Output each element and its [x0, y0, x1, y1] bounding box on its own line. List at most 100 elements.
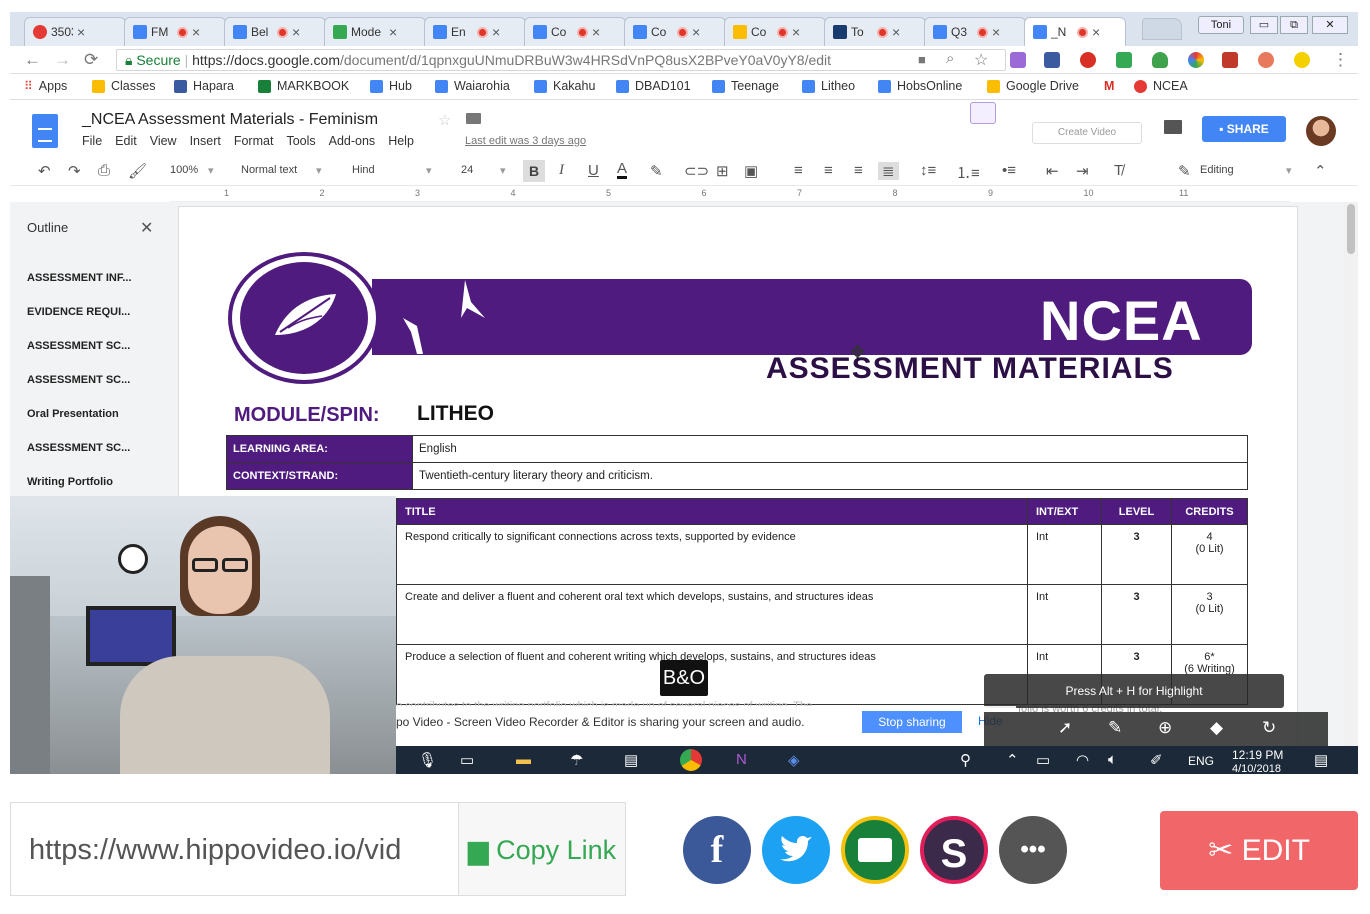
clear-formatting-icon[interactable]: T̸	[1114, 162, 1123, 179]
font-select[interactable]: Hind	[352, 164, 375, 176]
back-icon[interactable]: ←	[24, 50, 41, 70]
microphone-icon[interactable]: 🎙︎	[418, 751, 437, 769]
text-color-button[interactable]: A	[617, 161, 628, 179]
zoom-select[interactable]: 100%	[170, 164, 198, 176]
color-wheel-icon[interactable]	[1188, 52, 1204, 68]
font-size-select[interactable]: 24	[461, 164, 473, 176]
extension-icon[interactable]	[1258, 52, 1274, 68]
close-tab-icon[interactable]: ×	[992, 24, 1000, 40]
undo-icon[interactable]: ↶	[38, 162, 51, 180]
tab[interactable]: Mode ×	[324, 17, 426, 46]
chrome-menu-icon[interactable]: ⋮	[1332, 50, 1349, 70]
close-tab-icon[interactable]: ×	[1092, 24, 1100, 40]
tab[interactable]: En ×	[424, 17, 526, 46]
italic-button[interactable]: I	[559, 162, 564, 179]
comments-icon[interactable]	[1164, 120, 1182, 134]
volume-icon[interactable]: 🔈︎	[1108, 751, 1117, 768]
justify-icon[interactable]: ≣	[878, 162, 899, 180]
last-edit-link[interactable]: Last edit was 3 days ago	[465, 135, 586, 147]
highlight-pen-icon[interactable]: ✎	[650, 162, 663, 180]
table-cell[interactable]: 4 (0 Lit)	[1171, 524, 1248, 585]
bookmark-teenage[interactable]: Teenage	[712, 79, 779, 93]
outline-item[interactable]: ASSESSMENT SC...	[27, 374, 130, 386]
tab[interactable]: Bel ×	[224, 17, 326, 46]
bookmark-apps[interactable]: ⠿ Apps	[24, 79, 67, 93]
menu-edit[interactable]: Edit	[115, 134, 137, 148]
table-cell[interactable]: 3	[1101, 524, 1172, 585]
table-cell[interactable]: Create and deliver a fluent and coherent…	[396, 584, 1028, 645]
numbered-list-icon[interactable]: ⒈≡	[956, 162, 980, 183]
bookmark-litheo[interactable]: Litheo	[802, 79, 855, 93]
close-tab-icon[interactable]: ×	[692, 24, 700, 40]
tab[interactable]: Co ×	[524, 17, 626, 46]
bookmark-kakahu[interactable]: Kakahu	[534, 79, 595, 93]
webcam-overlay[interactable]	[10, 496, 396, 774]
pointer-icon[interactable]: ➚	[1058, 718, 1072, 738]
forward-icon[interactable]: →	[54, 50, 71, 70]
bookmark-hapara[interactable]: Hapara	[174, 79, 234, 93]
tab[interactable]: Co ×	[624, 17, 726, 46]
bookmark-dbad101[interactable]: DBAD101	[616, 79, 691, 93]
table-cell[interactable]: Produce a selection of fluent and cohere…	[396, 644, 1028, 705]
minimize-button[interactable]: ▭	[1250, 16, 1278, 34]
table-cell[interactable]: Int	[1027, 524, 1102, 585]
menu-insert[interactable]: Insert	[190, 134, 221, 148]
align-right-icon[interactable]: ≡	[854, 162, 863, 179]
edit-button[interactable]: ✂ EDIT	[1160, 811, 1358, 890]
table-cell[interactable]: 3 (0 Lit)	[1171, 584, 1248, 645]
menu-addons[interactable]: Add-ons	[329, 134, 376, 148]
menu-view[interactable]: View	[150, 134, 177, 148]
insert-comment-icon[interactable]: ⊞	[716, 162, 729, 180]
copy-link-button[interactable]: ▆ Copy Link	[458, 802, 626, 896]
eraser-icon[interactable]: ◆	[1210, 718, 1223, 738]
table-cell[interactable]: English	[412, 435, 1248, 463]
folder-icon[interactable]	[466, 113, 481, 124]
close-tab-icon[interactable]: ×	[492, 24, 500, 40]
bookmark-star-icon[interactable]: ☆	[974, 50, 988, 70]
outline-item[interactable]: ASSESSMENT SC...	[27, 340, 130, 352]
table-cell[interactable]: Twentieth-century literary theory and cr…	[412, 462, 1248, 490]
avatar[interactable]	[1306, 116, 1336, 146]
docs-logo-icon[interactable]	[32, 114, 58, 148]
menu-tools[interactable]: Tools	[286, 134, 315, 148]
collapse-menu-icon[interactable]: ⌃	[1314, 162, 1327, 180]
editing-mode-select[interactable]: Editing	[1200, 164, 1234, 176]
new-tab-button[interactable]	[1142, 18, 1182, 40]
extension-icon[interactable]	[1080, 52, 1096, 68]
close-tab-icon[interactable]: ×	[389, 24, 397, 40]
bulleted-list-icon[interactable]: •≡	[1002, 162, 1016, 179]
close-tab-icon[interactable]: ×	[192, 24, 200, 40]
line-spacing-icon[interactable]: ↕≡	[920, 162, 936, 179]
underline-button[interactable]: U	[588, 162, 599, 179]
people-icon[interactable]: ⚲	[960, 751, 971, 769]
reload-icon[interactable]: ⟳	[84, 50, 98, 70]
table-cell[interactable]: Int	[1027, 584, 1102, 645]
outline-item[interactable]: EVIDENCE REQUI...	[27, 306, 130, 318]
shield-icon[interactable]	[1152, 52, 1168, 68]
bookmark-ncea[interactable]: NCEA	[1134, 79, 1188, 93]
decrease-indent-icon[interactable]: ⇤	[1046, 162, 1059, 180]
print-icon[interactable]: ⎙	[98, 162, 110, 179]
ruler[interactable]: 1 2 3 4 5 6 7 8 9 10 11	[170, 186, 1290, 202]
clock-date[interactable]: 4/10/2018	[1232, 763, 1281, 775]
star-icon[interactable]: ☆	[438, 111, 451, 129]
scrollbar-thumb[interactable]	[1347, 204, 1355, 254]
bold-button[interactable]: B	[523, 160, 545, 182]
paint-format-icon[interactable]: 🖌︎	[128, 162, 147, 180]
hapara-extension-icon[interactable]	[1044, 52, 1060, 68]
notifications-icon[interactable]: ▤	[1314, 751, 1328, 769]
close-tab-icon[interactable]: ×	[792, 24, 800, 40]
close-outline-icon[interactable]: ✕	[140, 218, 153, 238]
pen-icon[interactable]: ✎	[1108, 718, 1122, 738]
chevron-up-icon[interactable]: ⌃	[1006, 751, 1019, 769]
tab[interactable]: 3503×	[24, 17, 126, 46]
bookmark-gmail[interactable]: M	[1104, 79, 1114, 93]
app-icon[interactable]: ▤	[624, 751, 638, 769]
bookmark-hub[interactable]: Hub	[370, 79, 412, 93]
outline-item[interactable]: Oral Presentation	[27, 408, 119, 420]
app-icon[interactable]: ◈	[788, 751, 800, 769]
tab[interactable]: Co ×	[724, 17, 826, 46]
battery-icon[interactable]: ▭	[1036, 751, 1050, 769]
clock-time[interactable]: 12:19 PM	[1232, 748, 1283, 762]
menu-format[interactable]: Format	[234, 134, 274, 148]
